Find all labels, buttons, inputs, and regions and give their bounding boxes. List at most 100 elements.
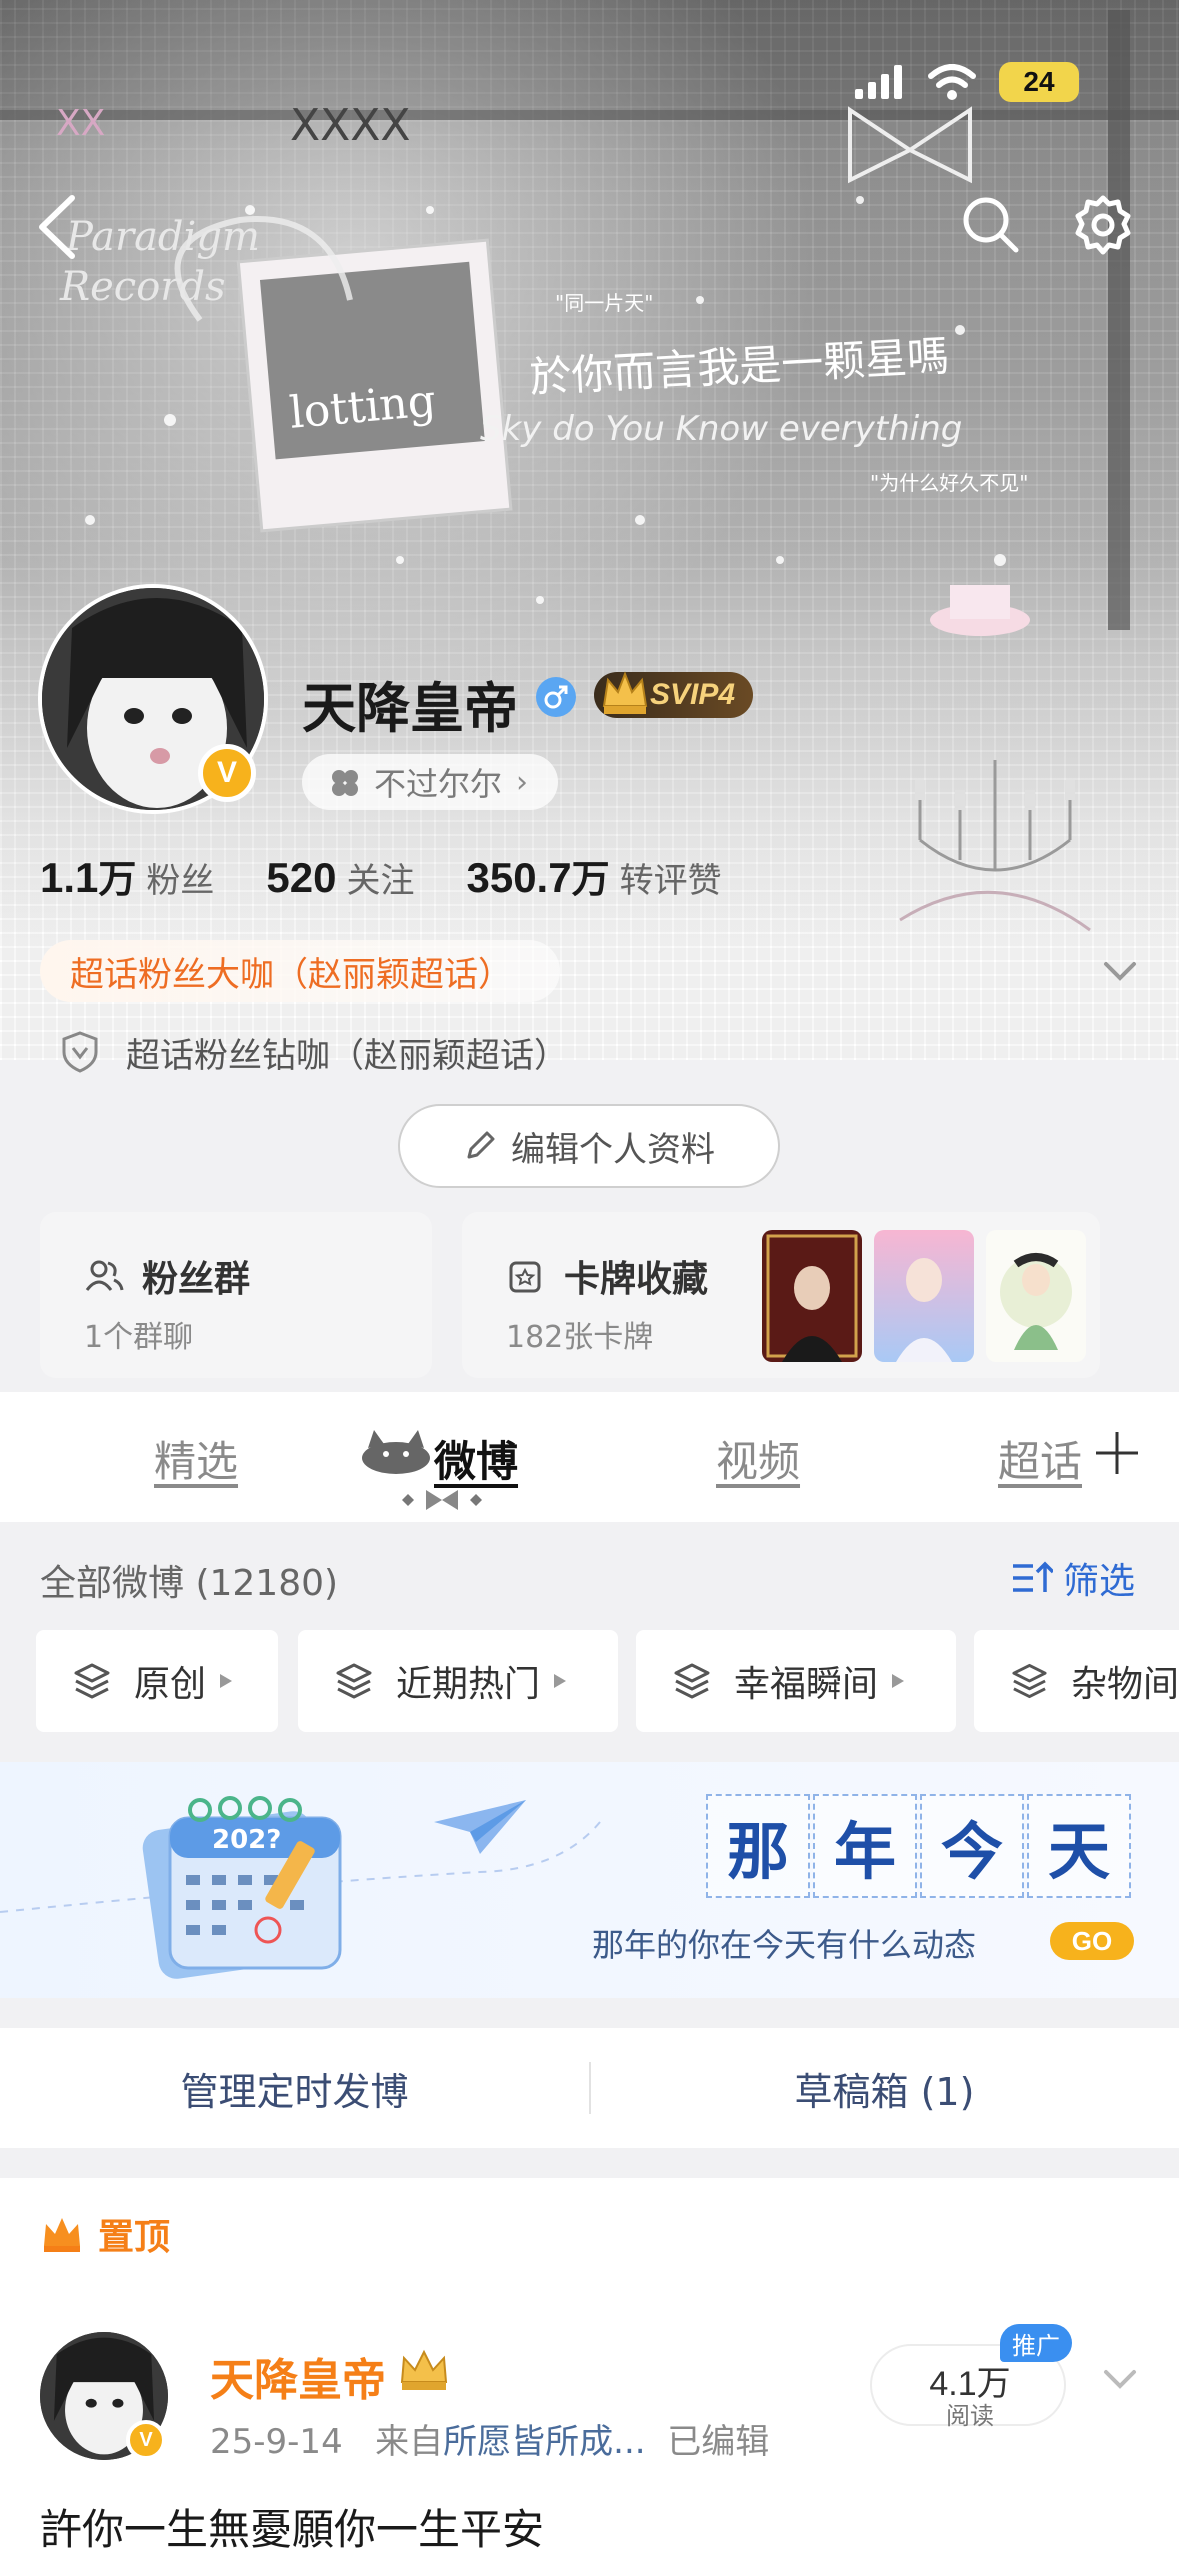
post-source-prefix: 来自 — [375, 2422, 444, 2462]
post-text: 許你一生無憂願你一生平安 — [40, 2505, 545, 2554]
card-thumbnail-image — [762, 1230, 862, 1362]
cover-quote-main: 於你而言我是一颗星嗎 — [528, 331, 950, 402]
layers-icon — [1012, 1663, 1047, 1699]
post-edited: 已编辑 — [667, 2422, 770, 2462]
promote-badge[interactable]: 推广 — [1000, 2324, 1072, 2362]
fan-group-subtitle: 1个群聊 — [84, 1320, 194, 1355]
pinned-label: 置顶 — [40, 2208, 170, 2260]
stat-label: 关注 — [346, 861, 415, 901]
male-icon — [536, 677, 576, 717]
superfan-badge-secondary[interactable]: 超话粉丝钻咖（赵丽颖超话） — [60, 1024, 568, 1080]
stat-following[interactable]: 520 关注 — [266, 853, 414, 902]
card-collection-icon — [509, 1261, 541, 1293]
card-collection-title-text: 卡牌收藏 — [564, 1259, 709, 1300]
wifi-icon — [928, 64, 976, 100]
chip-label: 原创 — [134, 1664, 207, 1705]
calendar-year: 202? — [212, 1825, 281, 1855]
manage-row: 管理定时发博 草稿箱 (1) — [0, 2028, 1179, 2148]
edit-profile-button[interactable]: 编辑个人资料 — [398, 1104, 780, 1188]
svip-label: SVIP4 — [650, 678, 736, 711]
profile-avatar[interactable]: V — [38, 584, 268, 814]
go-button[interactable]: GO — [1050, 1922, 1134, 1960]
crown-icon — [602, 671, 648, 714]
chip-label: 近期热门 — [396, 1664, 541, 1705]
tab-featured[interactable]: 精选 — [154, 1428, 238, 1489]
fan-group-title: 粉丝群 — [84, 1250, 250, 1302]
crown-icon — [400, 2349, 448, 2390]
stat-unit: 万 — [98, 857, 137, 901]
shield-icon — [62, 1031, 98, 1073]
layers-icon — [674, 1663, 710, 1699]
on-this-day-banner[interactable]: 202? 那 年 今 天 那年的你在今天有什么动态 GO — [0, 1762, 1179, 1998]
mood-text: 不过尔尔 — [374, 765, 503, 803]
profile-stats: 1.1万 粉丝 520 关注 350.7万 转评赞 — [40, 848, 722, 903]
stat-followers[interactable]: 1.1万 粉丝 — [40, 848, 214, 903]
chevron-right-icon: › — [516, 764, 529, 800]
mood-status[interactable]: 不过尔尔 › — [302, 754, 559, 810]
card-collection-subtitle: 182张卡牌 — [506, 1320, 654, 1355]
post-date: 25-9-14 — [210, 2422, 343, 2462]
chip-happy-moments[interactable]: 幸福瞬间 — [636, 1630, 956, 1732]
drafts-button[interactable]: 草稿箱 (1) — [590, 2028, 1179, 2148]
gear-icon[interactable] — [1070, 192, 1136, 258]
caret-right-icon — [892, 1674, 905, 1688]
banner-title-char: 那 — [706, 1794, 810, 1898]
filter-button[interactable]: 筛选 — [1011, 1552, 1135, 1604]
battery-indicator: 24 — [999, 62, 1079, 102]
tab-weibo[interactable]: 微博 — [434, 1428, 518, 1489]
stat-interactions[interactable]: 350.7万 转评赞 — [466, 848, 721, 903]
plus-icon[interactable] — [1092, 1428, 1142, 1478]
chandelier-decoration — [899, 760, 1091, 932]
chip-label: 杂物间 — [1070, 1664, 1179, 1705]
layers-icon — [74, 1663, 110, 1699]
scheduled-posts-button[interactable]: 管理定时发博 — [0, 2028, 589, 2148]
post-source[interactable]: 所愿皆所成... — [443, 2422, 645, 2462]
calendar-icon: 202? — [142, 1796, 342, 1979]
post-author-name[interactable]: 天降皇帝 — [210, 2344, 386, 2408]
stat-value: 1.1 — [40, 854, 99, 901]
tab-video[interactable]: 视频 — [716, 1428, 800, 1489]
cover-quote-en: Sky do You Know everything — [480, 409, 962, 449]
layers-icon — [336, 1663, 372, 1699]
search-icon[interactable] — [958, 192, 1022, 256]
svip-badge[interactable]: SVIP4 — [594, 671, 754, 718]
post-meta: 25-9-14 来自所愿皆所成... 已编辑 — [210, 2414, 769, 2463]
chevron-down-icon[interactable] — [1100, 2358, 1140, 2398]
superfan-badge-primary[interactable]: 超话粉丝大咖（赵丽颖超话） — [40, 940, 560, 1002]
verified-badge: V — [198, 744, 256, 802]
tab-supertopic[interactable]: 超话 — [998, 1428, 1082, 1489]
crown-icon — [44, 2218, 80, 2252]
card-thumbnail-image — [986, 1230, 1086, 1362]
signal-icon — [855, 65, 902, 99]
cover-quote-1: "同一片天" — [555, 291, 653, 315]
cover-logo-top: Paradigm — [65, 214, 260, 260]
chip-storage[interactable]: 杂物间 — [974, 1630, 1179, 1732]
stat-label: 粉丝 — [146, 861, 215, 901]
card-collection-card[interactable]: 卡牌收藏 182张卡牌 — [462, 1212, 1100, 1378]
filter-icon — [1012, 1561, 1053, 1592]
card-thumbnail[interactable] — [986, 1230, 1086, 1362]
card-thumbnail[interactable] — [874, 1230, 974, 1362]
fan-group-card[interactable]: 粉丝群 1个群聊 — [40, 1212, 432, 1378]
chevron-down-icon[interactable] — [1100, 950, 1140, 990]
caret-right-icon — [220, 1674, 233, 1688]
feed-count: 全部微博 (12180) — [40, 1563, 339, 1604]
banner-title-char: 天 — [1027, 1794, 1131, 1898]
cover-logo-bottom: Records — [59, 264, 226, 310]
fan-group-title-text: 粉丝群 — [142, 1259, 251, 1300]
chip-original[interactable]: 原创 — [36, 1630, 278, 1732]
banner-title: 那 年 今 天 — [706, 1794, 1134, 1898]
profile-tabs: 精选 微博 视频 超话 — [0, 1392, 1179, 1522]
card-thumbnail-image — [874, 1230, 974, 1362]
back-icon[interactable] — [30, 192, 90, 262]
pencil-icon — [467, 1131, 495, 1159]
banner-title-char: 年 — [813, 1794, 917, 1898]
pinned-text: 置顶 — [98, 2217, 171, 2258]
verified-badge: V — [126, 2420, 166, 2460]
pinned-post[interactable]: 置顶 V 天降皇帝 25-9-14 来自所愿皆所成... 已编辑 4.1万 阅读… — [0, 2178, 1179, 2556]
filter-label: 筛选 — [1062, 1561, 1135, 1602]
card-thumbnail[interactable] — [762, 1230, 862, 1362]
banner-title-char: 今 — [920, 1794, 1024, 1898]
chip-recent-hot[interactable]: 近期热门 — [298, 1630, 618, 1732]
stat-unit: 万 — [571, 857, 610, 901]
